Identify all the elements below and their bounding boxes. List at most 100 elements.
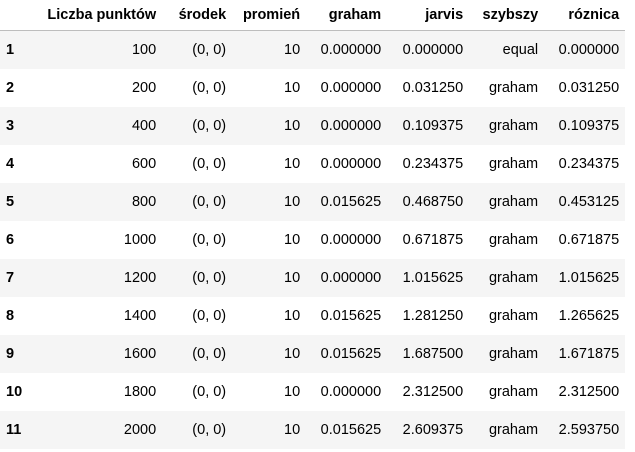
cell-promien: 10 <box>284 232 301 248</box>
cell-graham: 0.015625 <box>320 422 382 438</box>
cell-promien: 10 <box>284 422 301 438</box>
table-row: 3 400 (0, 0) 10 0.000000 0.109375 graham 0.1093… <box>0 107 626 145</box>
cell-roznica: 1.015625 <box>558 270 620 286</box>
cell-szybszy: graham <box>488 422 539 438</box>
row-index: 2 <box>6 80 15 96</box>
cell-roznica: 0.671875 <box>558 232 620 248</box>
cell-jarvis: 0.468750 <box>402 194 464 210</box>
cell-jarvis: 1.281250 <box>402 308 464 324</box>
cell-szybszy: equal <box>502 42 539 58</box>
cell-liczba-punktow: 100 <box>131 42 157 58</box>
cell-liczba-punktow: 2000 <box>123 422 157 438</box>
table-row: 4 600 (0, 0) 10 0.000000 0.234375 graham 0.2343… <box>0 145 626 183</box>
cell-graham: 0.000000 <box>320 42 382 58</box>
header-index-blank <box>0 0 29 31</box>
column-header-promien: promień <box>232 0 307 31</box>
cell-roznica: 0.031250 <box>558 80 620 96</box>
cell-szybszy: graham <box>488 232 539 248</box>
cell-liczba-punktow: 1200 <box>123 270 157 286</box>
column-header-liczba-punktow: Liczba punktów <box>28 0 163 31</box>
cell-szybszy: graham <box>488 270 539 286</box>
cell-srodek: (0, 0) <box>192 422 227 438</box>
row-index: 3 <box>6 118 15 134</box>
cell-szybszy: graham <box>488 118 539 134</box>
cell-srodek: (0, 0) <box>192 118 227 134</box>
column-header-graham: graham <box>306 0 388 31</box>
cell-promien: 10 <box>284 80 301 96</box>
row-index: 10 <box>6 384 23 400</box>
table-row: 1 100 (0, 0) 10 0.000000 0.000000 equal 0.00000… <box>0 30 626 69</box>
row-index: 1 <box>6 42 15 58</box>
cell-graham: 0.000000 <box>320 80 382 96</box>
cell-srodek: (0, 0) <box>192 346 227 362</box>
cell-srodek: (0, 0) <box>192 270 227 286</box>
cell-liczba-punktow: 1000 <box>123 232 157 248</box>
table-row: 2 200 (0, 0) 10 0.000000 0.031250 graham 0.0312… <box>0 69 626 107</box>
cell-graham: 0.000000 <box>320 156 382 172</box>
dataframe-table: Liczba punktów środek promień graham jar… <box>0 0 626 449</box>
cell-roznica: 0.000000 <box>558 42 620 58</box>
cell-jarvis: 1.015625 <box>402 270 464 286</box>
cell-promien: 10 <box>284 270 301 286</box>
cell-jarvis: 1.687500 <box>402 346 464 362</box>
cell-srodek: (0, 0) <box>192 42 227 58</box>
column-header-roznica: róznica <box>544 0 626 31</box>
table-row: 7 1200 (0, 0) 10 0.000000 1.015625 graham 1.015… <box>0 259 626 297</box>
cell-promien: 10 <box>284 384 301 400</box>
cell-szybszy: graham <box>488 80 539 96</box>
cell-liczba-punktow: 1400 <box>123 308 157 324</box>
cell-graham: 0.000000 <box>320 384 382 400</box>
cell-jarvis: 2.609375 <box>402 422 464 438</box>
cell-promien: 10 <box>284 346 301 362</box>
cell-jarvis: 0.671875 <box>402 232 464 248</box>
cell-liczba-punktow: 600 <box>131 156 157 172</box>
table-header: Liczba punktów środek promień graham jar… <box>0 0 626 31</box>
cell-liczba-punktow: 1800 <box>123 384 157 400</box>
cell-srodek: (0, 0) <box>192 308 227 324</box>
cell-promien: 10 <box>284 156 301 172</box>
cell-szybszy: graham <box>488 346 539 362</box>
table-row: 8 1400 (0, 0) 10 0.015625 1.281250 graham 1.265… <box>0 297 626 335</box>
row-index: 8 <box>6 308 15 324</box>
column-header-srodek: środek <box>162 0 233 31</box>
table-row: 6 1000 (0, 0) 10 0.000000 0.671875 graham 0.671… <box>0 221 626 259</box>
cell-roznica: 0.109375 <box>558 118 620 134</box>
cell-szybszy: graham <box>488 308 539 324</box>
cell-jarvis: 0.234375 <box>402 156 464 172</box>
cell-srodek: (0, 0) <box>192 194 227 210</box>
row-index: 5 <box>6 194 15 210</box>
cell-roznica: 0.234375 <box>558 156 620 172</box>
table-row: 5 800 (0, 0) 10 0.015625 0.468750 graham 0.4531… <box>0 183 626 221</box>
row-index: 7 <box>6 270 15 286</box>
cell-liczba-punktow: 1600 <box>123 346 157 362</box>
cell-srodek: (0, 0) <box>192 384 227 400</box>
cell-srodek: (0, 0) <box>192 232 227 248</box>
column-header-jarvis: jarvis <box>387 0 470 31</box>
cell-srodek: (0, 0) <box>192 156 227 172</box>
cell-roznica: 1.671875 <box>558 346 620 362</box>
cell-promien: 10 <box>284 42 301 58</box>
table-row: 11 2000 (0, 0) 10 0.015625 2.609375 graham 2.59… <box>0 411 626 449</box>
row-index: 9 <box>6 346 15 362</box>
cell-graham: 0.015625 <box>320 308 382 324</box>
row-index: 11 <box>6 422 22 438</box>
column-header-szybszy: szybszy <box>469 0 545 31</box>
row-index: 4 <box>6 156 15 172</box>
cell-promien: 10 <box>284 194 301 210</box>
cell-liczba-punktow: 400 <box>131 118 157 134</box>
cell-jarvis: 0.031250 <box>402 80 464 96</box>
cell-graham: 0.015625 <box>320 194 382 210</box>
cell-roznica: 2.312500 <box>558 384 620 400</box>
table-row: 9 1600 (0, 0) 10 0.015625 1.687500 graham 1.671… <box>0 335 626 373</box>
cell-szybszy: graham <box>488 156 539 172</box>
table-body: 1 100 (0, 0) 10 0.000000 0.000000 equal 0.00000… <box>0 30 626 449</box>
cell-graham: 0.000000 <box>320 232 382 248</box>
cell-srodek: (0, 0) <box>192 80 227 96</box>
cell-jarvis: 0.109375 <box>402 118 464 134</box>
cell-jarvis: 0.000000 <box>402 42 464 58</box>
cell-promien: 10 <box>284 118 301 134</box>
cell-roznica: 0.453125 <box>558 194 620 210</box>
table-row: 10 1800 (0, 0) 10 0.000000 2.312500 graham 2.31… <box>0 373 626 411</box>
cell-roznica: 2.593750 <box>558 422 620 438</box>
cell-graham: 0.015625 <box>320 346 382 362</box>
